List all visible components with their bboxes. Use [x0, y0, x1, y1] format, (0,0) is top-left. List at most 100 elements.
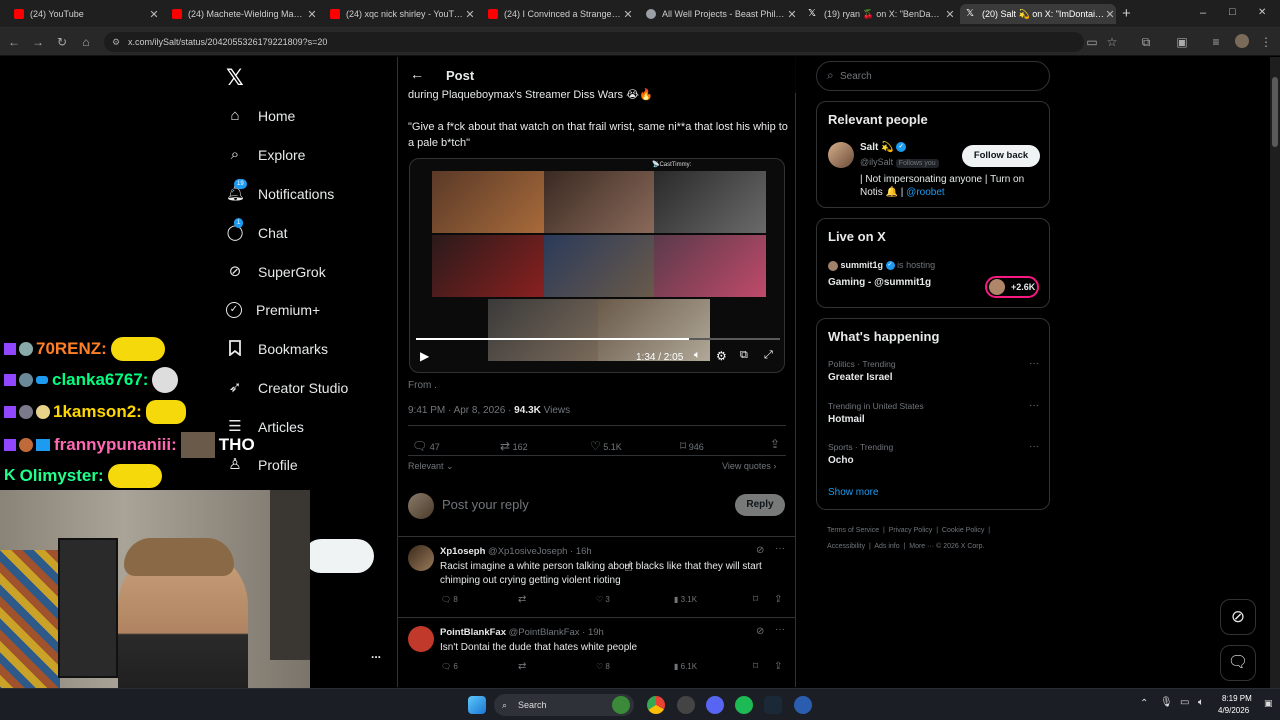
bookmark-icon[interactable]: ⌑	[753, 594, 758, 605]
like-stat[interactable]: ♡ 5.1K	[590, 439, 622, 453]
close-tab-icon[interactable]: ✕	[306, 8, 318, 21]
live-stream-title[interactable]: Gaming - @summit1g	[828, 277, 931, 288]
search-box[interactable]: ⌕ Search	[816, 61, 1050, 91]
taskbar-time[interactable]: 8:19 PM	[1222, 694, 1252, 703]
search-input[interactable]: Search	[840, 71, 872, 82]
video-progress-track[interactable]	[416, 338, 780, 340]
browser-tab[interactable]: (24) I Convinced a Stranger to F ✕	[482, 4, 634, 24]
view-quotes-link[interactable]: View quotes ›	[722, 461, 776, 471]
more-icon[interactable]: ···	[1029, 441, 1039, 452]
site-info-icon[interactable]: ⚙	[112, 32, 120, 52]
reply-reply-stat[interactable]: 🗨︎ 8	[441, 595, 458, 604]
grok-float-button[interactable]: ⊘	[1220, 599, 1256, 635]
volume-icon[interactable]: 🔈︎	[694, 349, 701, 362]
trend-item[interactable]: Trending in United States Hotmail ···	[817, 399, 1049, 439]
close-tab-icon[interactable]: ✕	[944, 8, 956, 21]
nav-notifications[interactable]: 🔔︎ 19 Notifications	[226, 179, 334, 206]
scrollbar-thumb[interactable]	[1272, 77, 1278, 147]
sort-dropdown[interactable]: Relevant ⌄	[408, 461, 454, 472]
sidebar-icon[interactable]: ▣	[1174, 34, 1190, 50]
footer-link[interactable]: Ads info	[874, 543, 899, 550]
more-icon[interactable]: ···	[1029, 400, 1039, 411]
extensions-icon[interactable]: ⧉	[1138, 34, 1154, 50]
share-icon[interactable]: ⇪	[770, 437, 780, 451]
grok-icon[interactable]: ⊘	[756, 545, 764, 556]
back-arrow-icon[interactable]: ←	[410, 66, 424, 82]
reply-author-name[interactable]: Xp1oseph	[440, 546, 485, 557]
x-logo[interactable]: 𝕏	[226, 65, 244, 91]
close-window-button[interactable]: ✕	[1258, 7, 1266, 18]
nav-home[interactable]: ⌂ Home	[226, 104, 295, 128]
browser-tab-active[interactable]: 𝕏 (20) Salt 💫 on X: "ImDontai di ✕	[960, 4, 1116, 24]
avatar[interactable]	[828, 142, 854, 168]
network-icon[interactable]: ▭	[1180, 697, 1189, 708]
nav-explore[interactable]: ⌕ Explore	[226, 143, 306, 167]
reply-views-stat[interactable]: ▮ 3.1K	[674, 595, 697, 604]
app-icon[interactable]	[677, 696, 695, 714]
reading-list-icon[interactable]: ≡	[1208, 34, 1224, 50]
bookmark-stat[interactable]: ⌑ 946	[680, 439, 704, 453]
chrome-icon[interactable]	[647, 696, 665, 714]
browser-tab[interactable]: (24) YouTube ✕	[8, 4, 160, 24]
account-more-icon[interactable]: ...	[371, 647, 381, 661]
trend-item[interactable]: Sports · Trending Ocho ···	[817, 440, 1049, 480]
post-compose-button[interactable]	[304, 539, 374, 573]
microphone-icon[interactable]: 🎙︎	[1160, 697, 1173, 708]
nav-premium[interactable]: ✓ Premium+	[226, 298, 320, 322]
footer-link[interactable]: Terms of Service	[827, 527, 879, 534]
start-icon[interactable]	[468, 696, 486, 714]
person-bio-link[interactable]: @roobet	[906, 187, 945, 198]
reply-item[interactable]: Xp1oseph @Xp1osiveJoseph · 16h ⊘ ··· Rac…	[398, 537, 796, 617]
grok-icon[interactable]: ⊘	[756, 626, 764, 637]
trend-item[interactable]: Politics · Trending Greater Israel ···	[817, 357, 1049, 397]
repost-icon[interactable]: ⇄	[518, 594, 526, 605]
browser-tab[interactable]: All Well Projects - Beast Philant ✕	[640, 4, 798, 24]
reply-stat[interactable]: 🗨︎ 47	[412, 439, 440, 453]
more-icon[interactable]: ···	[1029, 358, 1039, 369]
nav-chat[interactable]: ◯ 1 Chat	[226, 218, 288, 245]
notification-center-icon[interactable]: ▣	[1264, 698, 1273, 709]
fullscreen-icon[interactable]: ⤢	[764, 349, 773, 362]
pip-icon[interactable]: ⧉	[740, 349, 748, 362]
live-host-name[interactable]: summit1g	[841, 260, 884, 270]
close-tab-icon[interactable]: ✕	[464, 8, 476, 21]
reply-views-stat[interactable]: ▮ 6.1K	[674, 662, 697, 671]
share-icon[interactable]: ⇪	[774, 594, 782, 605]
live-listener-count[interactable]: +2.6K	[985, 276, 1039, 298]
bookmark-star-icon[interactable]: ☆	[1104, 34, 1120, 50]
browser-menu-icon[interactable]: ⋮	[1258, 34, 1274, 50]
minimize-button[interactable]: –	[1200, 7, 1206, 19]
close-tab-icon[interactable]: ✕	[148, 8, 160, 21]
install-app-icon[interactable]: ▭	[1084, 34, 1100, 50]
follow-back-button[interactable]: Follow back	[962, 145, 1040, 167]
reply-like-stat[interactable]: ♡ 3	[596, 595, 610, 604]
volume-icon[interactable]: 🔈︎	[1198, 697, 1204, 708]
page-scrollbar[interactable]	[1270, 57, 1280, 688]
show-more-link[interactable]: Show more	[828, 487, 879, 498]
chat-float-button[interactable]: 🗨︎	[1220, 645, 1256, 681]
reply-like-stat[interactable]: ♡ 8	[596, 662, 610, 671]
reply-input[interactable]: Post your reply	[442, 497, 529, 512]
repost-stat[interactable]: ⇄ 162	[500, 439, 528, 453]
footer-link[interactable]: Accessibility	[827, 543, 865, 550]
reply-reply-stat[interactable]: 🗨︎ 6	[441, 662, 458, 671]
discord-icon[interactable]	[706, 696, 724, 714]
browser-tab[interactable]: (24) Machete-Wielding Man Tri ✕	[166, 4, 318, 24]
more-icon[interactable]: ···	[775, 624, 785, 635]
close-tab-icon[interactable]: ✕	[1104, 8, 1116, 21]
footer-link[interactable]: More ···	[909, 543, 934, 550]
app-icon[interactable]	[794, 696, 812, 714]
bookmark-icon[interactable]: ⌑	[753, 661, 758, 672]
reply-item[interactable]: PointBlankFax @PointBlankFax · 19h ⊘ ···…	[398, 618, 796, 687]
plant-icon[interactable]	[612, 696, 630, 714]
home-browser-icon[interactable]: ⌂	[78, 34, 94, 50]
post-video[interactable]: 📡CastTimmy: ▶ 1:34 / 2:05 🔈︎ ⚙ ⧉ ⤢	[409, 158, 785, 373]
settings-icon[interactable]: ⚙	[716, 349, 727, 363]
repost-icon[interactable]: ⇄	[518, 661, 526, 672]
close-tab-icon[interactable]: ✕	[786, 8, 798, 21]
url-bar[interactable]: ⚙ x.com/ilySalt/status/20420553261792218…	[104, 32, 1084, 52]
taskbar-date[interactable]: 4/9/2026	[1218, 706, 1249, 715]
close-tab-icon[interactable]: ✕	[622, 8, 634, 21]
reply-author-name[interactable]: PointBlankFax	[440, 627, 506, 638]
more-icon[interactable]: ···	[775, 543, 785, 554]
